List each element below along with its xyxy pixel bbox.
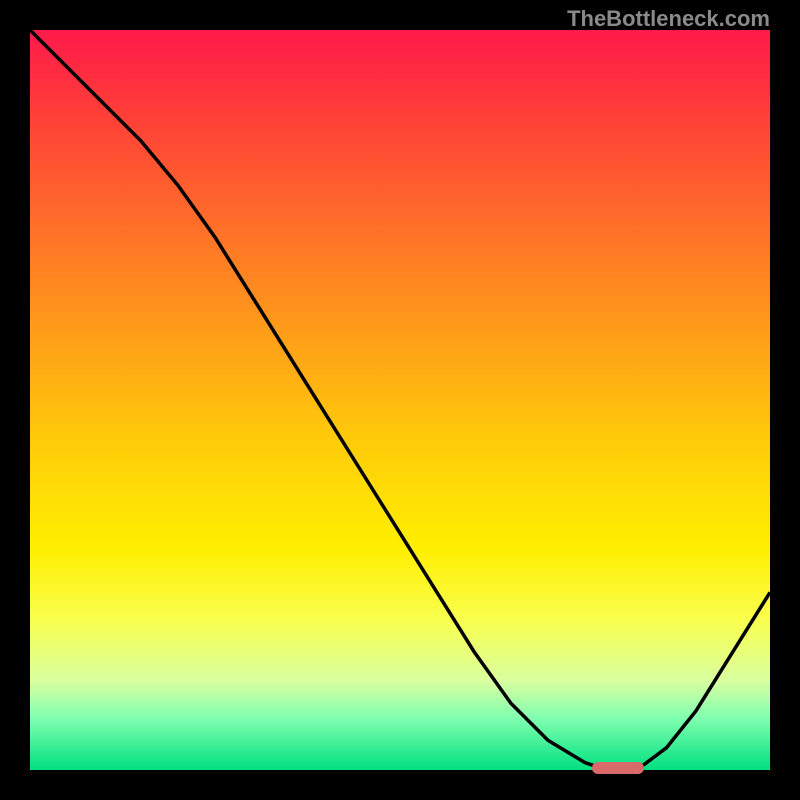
watermark-label: TheBottleneck.com [567,6,770,32]
bottleneck-curve [30,30,770,770]
optimal-range-marker [592,762,644,774]
plot-area [30,30,770,770]
chart-container: TheBottleneck.com [0,0,800,800]
